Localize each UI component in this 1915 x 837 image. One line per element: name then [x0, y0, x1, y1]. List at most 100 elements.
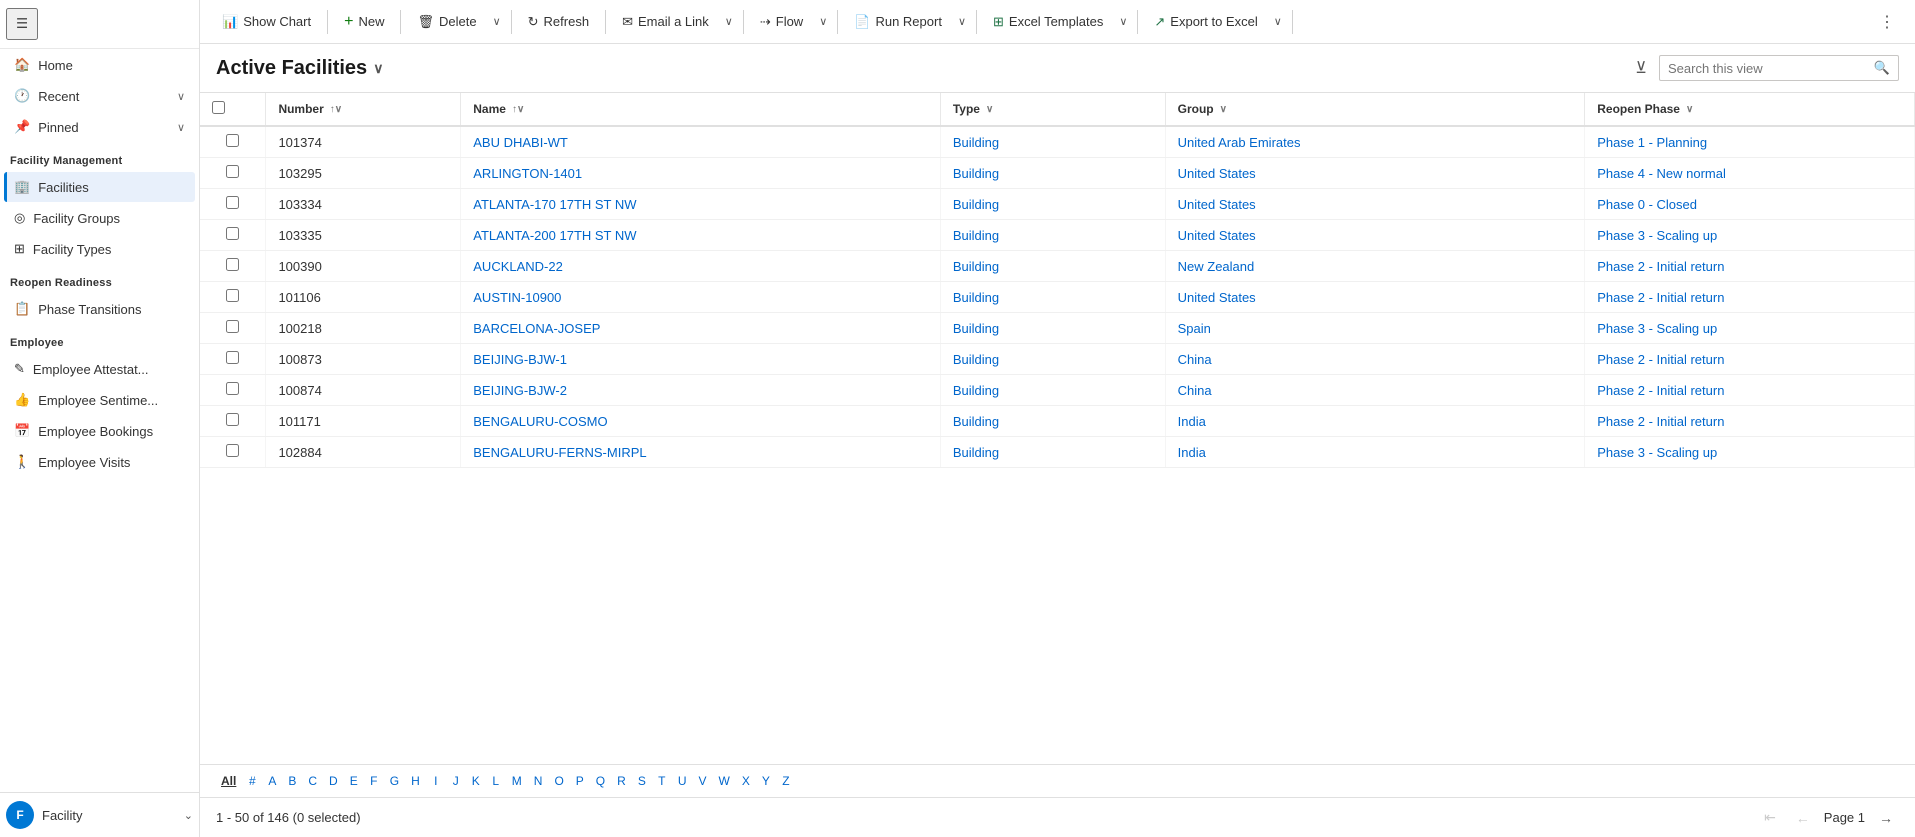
run-report-button[interactable]: 📄 Run Report [844, 9, 952, 35]
show-chart-button[interactable]: 📊 Show Chart [212, 9, 321, 35]
sidebar-footer[interactable]: F Facility ⌄ [0, 792, 199, 837]
cell-reopen-phase[interactable]: Phase 3 - Scaling up [1585, 437, 1915, 468]
cell-group[interactable]: United States [1165, 220, 1585, 251]
cell-name[interactable]: ATLANTA-200 17TH ST NW [461, 220, 941, 251]
cell-type[interactable]: Building [940, 158, 1165, 189]
alpha-btn-f[interactable]: F [365, 771, 383, 791]
more-options-button[interactable]: ⋮ [1871, 7, 1903, 37]
alpha-btn-p[interactable]: P [571, 771, 589, 791]
row-checkbox[interactable] [226, 320, 239, 333]
next-page-button[interactable]: → [1873, 807, 1899, 829]
alpha-btn-n[interactable]: N [529, 771, 548, 791]
delete-dropdown[interactable]: ∨ [489, 10, 505, 33]
cell-reopen-phase[interactable]: Phase 2 - Initial return [1585, 375, 1915, 406]
sidebar-item-pinned[interactable]: 📌 Pinned ∨ [4, 112, 195, 142]
cell-reopen-phase[interactable]: Phase 1 - Planning [1585, 126, 1915, 158]
col-header-reopen-phase[interactable]: Reopen Phase ∨ [1585, 93, 1915, 126]
row-checkbox-cell[interactable] [200, 375, 266, 406]
cell-name[interactable]: BEIJING-BJW-1 [461, 344, 941, 375]
view-title[interactable]: Active Facilities ∨ [216, 57, 383, 80]
alpha-btn-r[interactable]: R [612, 771, 631, 791]
filter-icon[interactable]: ⊻ [1631, 54, 1651, 82]
new-button[interactable]: + New [334, 8, 394, 36]
row-checkbox[interactable] [226, 413, 239, 426]
cell-reopen-phase[interactable]: Phase 2 - Initial return [1585, 282, 1915, 313]
alpha-btn-l[interactable]: L [487, 771, 505, 791]
row-checkbox-cell[interactable] [200, 282, 266, 313]
excel-templates-button[interactable]: ⊞ Excel Templates [983, 9, 1113, 35]
row-checkbox-cell[interactable] [200, 406, 266, 437]
alpha-btn-c[interactable]: C [303, 771, 322, 791]
row-checkbox[interactable] [226, 289, 239, 302]
cell-type[interactable]: Building [940, 220, 1165, 251]
cell-type[interactable]: Building [940, 437, 1165, 468]
sidebar-item-facility-types[interactable]: ⊞ Facility Types [4, 234, 195, 264]
cell-group[interactable]: United States [1165, 189, 1585, 220]
flow-dropdown[interactable]: ∨ [815, 10, 831, 33]
cell-name[interactable]: ATLANTA-170 17TH ST NW [461, 189, 941, 220]
row-checkbox[interactable] [226, 196, 239, 209]
alpha-btn-j[interactable]: J [447, 771, 465, 791]
flow-button[interactable]: ⇢ Flow [750, 9, 813, 35]
alpha-btn-q[interactable]: Q [591, 771, 610, 791]
cell-name[interactable]: BENGALURU-COSMO [461, 406, 941, 437]
row-checkbox[interactable] [226, 165, 239, 178]
cell-name[interactable]: ABU DHABI-WT [461, 126, 941, 158]
cell-name[interactable]: BENGALURU-FERNS-MIRPL [461, 437, 941, 468]
alpha-btn-y[interactable]: Y [757, 771, 775, 791]
alpha-btn-#[interactable]: # [243, 771, 261, 791]
col-header-group[interactable]: Group ∨ [1165, 93, 1585, 126]
alpha-btn-k[interactable]: K [467, 771, 485, 791]
cell-reopen-phase[interactable]: Phase 3 - Scaling up [1585, 220, 1915, 251]
row-checkbox-cell[interactable] [200, 158, 266, 189]
prev-page-button[interactable]: ← [1790, 807, 1816, 829]
cell-type[interactable]: Building [940, 313, 1165, 344]
email-link-button[interactable]: ✉ Email a Link [612, 9, 719, 35]
cell-group[interactable]: China [1165, 344, 1585, 375]
alpha-btn-t[interactable]: T [653, 771, 671, 791]
search-input[interactable] [1668, 61, 1868, 76]
cell-reopen-phase[interactable]: Phase 4 - New normal [1585, 158, 1915, 189]
grid-container[interactable]: Number ↑∨ Name ↑∨ Type ∨ [200, 93, 1915, 764]
cell-type[interactable]: Building [940, 282, 1165, 313]
refresh-button[interactable]: ↻ Refresh [518, 9, 599, 35]
col-header-number[interactable]: Number ↑∨ [266, 93, 461, 126]
cell-type[interactable]: Building [940, 406, 1165, 437]
sidebar-item-phase-transitions[interactable]: 📋 Phase Transitions [4, 294, 195, 324]
email-dropdown[interactable]: ∨ [721, 10, 737, 33]
alpha-btn-u[interactable]: U [673, 771, 692, 791]
col-header-name[interactable]: Name ↑∨ [461, 93, 941, 126]
cell-reopen-phase[interactable]: Phase 2 - Initial return [1585, 406, 1915, 437]
col-header-check[interactable] [200, 93, 266, 126]
alpha-btn-s[interactable]: S [633, 771, 651, 791]
alpha-btn-e[interactable]: E [345, 771, 363, 791]
alpha-btn-z[interactable]: Z [777, 771, 795, 791]
cell-type[interactable]: Building [940, 251, 1165, 282]
sidebar-item-employee-sentiment[interactable]: 👍 Employee Sentime... [4, 385, 195, 415]
cell-group[interactable]: United States [1165, 158, 1585, 189]
first-page-button[interactable]: ⇤ [1758, 806, 1782, 829]
alpha-btn-all[interactable]: All [216, 771, 241, 791]
alpha-btn-h[interactable]: H [406, 771, 425, 791]
col-header-type[interactable]: Type ∨ [940, 93, 1165, 126]
cell-group[interactable]: United Arab Emirates [1165, 126, 1585, 158]
run-report-dropdown[interactable]: ∨ [954, 10, 970, 33]
row-checkbox[interactable] [226, 227, 239, 240]
row-checkbox-cell[interactable] [200, 313, 266, 344]
cell-reopen-phase[interactable]: Phase 2 - Initial return [1585, 251, 1915, 282]
cell-reopen-phase[interactable]: Phase 2 - Initial return [1585, 344, 1915, 375]
row-checkbox[interactable] [226, 134, 239, 147]
delete-button[interactable]: 🗑 Delete [407, 9, 486, 35]
sidebar-item-home[interactable]: 🏠 Home [4, 50, 195, 80]
sidebar-item-facility-groups[interactable]: ◎ Facility Groups [4, 203, 195, 233]
select-all-checkbox[interactable] [212, 101, 225, 114]
alpha-btn-o[interactable]: O [549, 771, 568, 791]
cell-group[interactable]: United States [1165, 282, 1585, 313]
sidebar-item-employee-attest[interactable]: ✎ Employee Attestat... [4, 354, 195, 384]
row-checkbox[interactable] [226, 258, 239, 271]
alpha-btn-b[interactable]: B [283, 771, 301, 791]
cell-type[interactable]: Building [940, 189, 1165, 220]
export-dropdown[interactable]: ∨ [1270, 10, 1286, 33]
cell-type[interactable]: Building [940, 126, 1165, 158]
alpha-btn-g[interactable]: G [385, 771, 404, 791]
